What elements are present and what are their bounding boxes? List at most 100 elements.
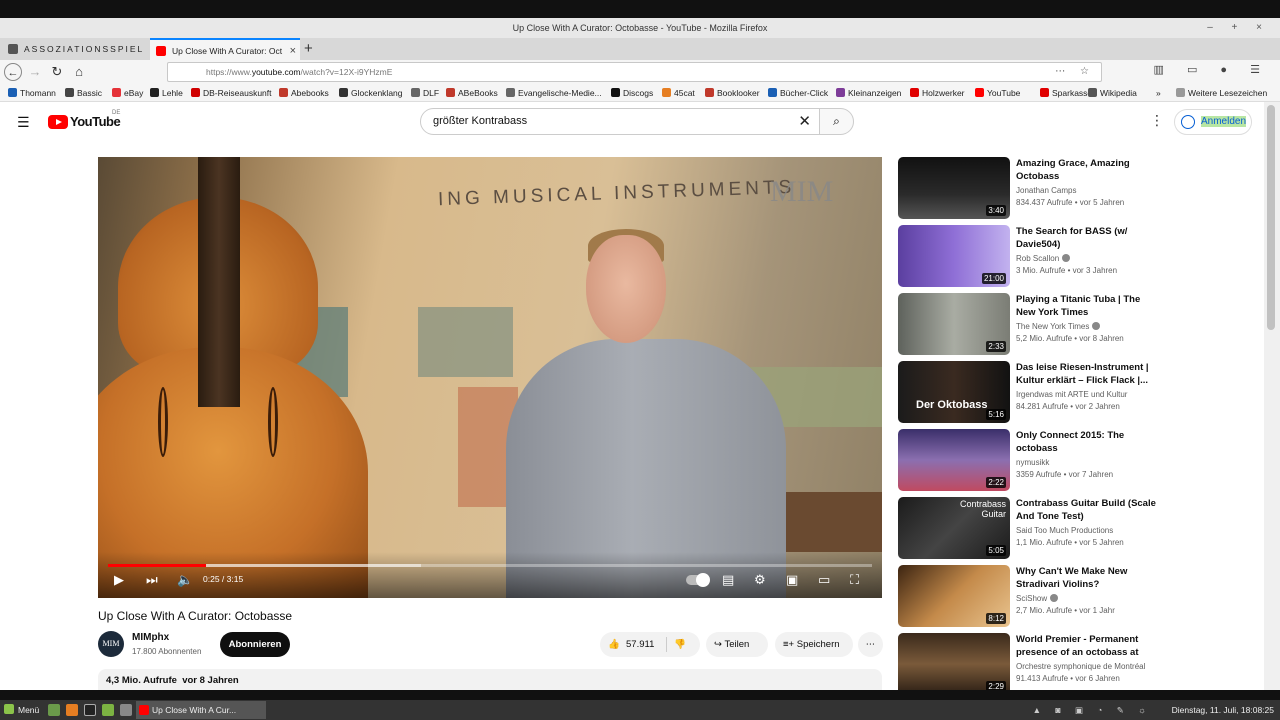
bookmark-item[interactable]: Booklooker [705, 87, 760, 99]
other-bookmarks-folder[interactable]: Weitere Lesezeichen [1176, 87, 1267, 99]
tab-youtube-active[interactable]: Up Close With A Curator: Oct × [150, 38, 300, 60]
related-video-title[interactable]: World Premier - Permanent presence of an… [1016, 633, 1156, 659]
back-button[interactable]: ← [4, 63, 22, 81]
volume-icon[interactable]: 🔈 [177, 572, 193, 588]
related-video-channel[interactable]: Jonathan Camps [1016, 186, 1076, 195]
related-video-channel[interactable]: The New York Times [1016, 322, 1101, 331]
window-controls[interactable]: – + × [1207, 18, 1270, 38]
related-video-title[interactable]: Why Can't We Make New Stradivari Violins… [1016, 565, 1156, 591]
fullscreen-icon[interactable]: ⛶ [850, 572, 859, 588]
bookmark-item[interactable]: Discogs [611, 87, 653, 99]
subscribe-button[interactable]: Abonnieren [220, 632, 290, 657]
description-box[interactable]: 4,3 Mio. Aufrufe vor 8 Jahren [98, 669, 882, 690]
url-bar[interactable]: https://www.youtube.com/watch?v=12X-i9YH… [167, 62, 1102, 82]
video-thumbnail[interactable]: 21:00 [898, 225, 1010, 287]
related-video-title[interactable]: Das leise Riesen-Instrument | Kultur erk… [1016, 361, 1156, 387]
video-thumbnail[interactable]: 2:29 [898, 633, 1010, 690]
app-icon[interactable] [120, 704, 132, 716]
video-thumbnail[interactable]: 2:33 [898, 293, 1010, 355]
page-actions-icon[interactable]: ⋯ ☆ [1055, 63, 1095, 81]
like-count[interactable]: 57.911 [626, 632, 654, 657]
bookmark-item[interactable]: Kleinanzeigen [836, 87, 901, 99]
dislike-icon[interactable]: 👎 [674, 632, 686, 657]
bookmark-item[interactable]: Bücher-Click [768, 87, 828, 99]
related-video-channel[interactable]: nymusikk [1016, 458, 1049, 467]
play-icon[interactable]: ▶ [114, 572, 124, 588]
toolbar-icons[interactable]: ▥ ▭ ● ☰ [1154, 63, 1270, 76]
related-video-card[interactable]: 3:40 Amazing Grace, Amazing Octobass Jonat… [898, 157, 1178, 219]
scrollbar-thumb[interactable] [1267, 105, 1275, 330]
related-video-channel[interactable]: Irgendwas mit ARTE und Kultur [1016, 390, 1127, 399]
autoplay-toggle[interactable] [686, 573, 710, 587]
bookmark-item[interactable]: Abebooks [279, 87, 329, 99]
related-video-title[interactable]: Only Connect 2015: The octobass [1016, 429, 1156, 455]
video-thumbnail[interactable]: 2:22 [898, 429, 1010, 491]
related-video-card[interactable]: Contrabass Guitar 5:05 Contrabass Guitar B… [898, 497, 1178, 559]
related-video-card[interactable]: 8:12 Why Can't We Make New Stradivari Vio… [898, 565, 1178, 627]
firefox-icon[interactable] [66, 704, 78, 716]
bookmark-item[interactable]: Holzwerker [910, 87, 965, 99]
bookmark-item[interactable]: Evangelische-Medie... [506, 87, 602, 99]
settings-gear-icon[interactable]: ⚙ [754, 572, 766, 588]
start-menu-button[interactable]: Menü [4, 700, 39, 720]
sign-in-button[interactable]: Anmelden [1174, 109, 1252, 135]
video-thumbnail[interactable]: 3:40 [898, 157, 1010, 219]
channel-avatar[interactable]: MIM [98, 631, 124, 657]
related-video-title[interactable]: Amazing Grace, Amazing Octobass [1016, 157, 1156, 183]
related-video-channel[interactable]: SciShow [1016, 594, 1059, 603]
bookmark-item[interactable]: Sparkasse [1040, 87, 1092, 99]
bookmark-item[interactable]: YouTube [975, 87, 1020, 99]
bookmark-item[interactable]: Lehle [150, 87, 183, 99]
video-thumbnail[interactable]: Contrabass Guitar 5:05 [898, 497, 1010, 559]
terminal-icon[interactable] [84, 704, 96, 716]
related-video-title[interactable]: Playing a Titanic Tuba | The New York Ti… [1016, 293, 1156, 319]
search-input[interactable]: größter Kontrabass ✕ [420, 108, 820, 135]
desktop-icon[interactable] [48, 704, 60, 716]
files-icon[interactable] [102, 704, 114, 716]
search-button[interactable]: ⌕ [819, 108, 854, 135]
seek-bar[interactable] [108, 564, 872, 567]
related-video-title[interactable]: The Search for BASS (w/ Davie504) [1016, 225, 1156, 251]
video-thumbnail[interactable]: Der Oktobass 5:16 [898, 361, 1010, 423]
related-video-card[interactable]: 2:33 Playing a Titanic Tuba | The New Yor… [898, 293, 1178, 355]
new-tab-button[interactable]: + [304, 38, 313, 60]
more-actions-button[interactable]: ⋯ [858, 632, 883, 657]
bookmark-item[interactable]: ABeBooks [446, 87, 498, 99]
related-video-channel[interactable]: Said Too Much Productions [1016, 526, 1113, 535]
subtitles-icon[interactable]: ▤ [722, 572, 734, 588]
bookmark-item[interactable]: DB-Reiseauskunft [191, 87, 272, 99]
system-tray-icons[interactable]: ▲ ◙ ▣ ◔ ✎ ☼ [1033, 700, 1152, 720]
bookmark-item[interactable]: Wikipedia [1088, 87, 1137, 99]
related-video-title[interactable]: Contrabass Guitar Build (Scale And Tone … [1016, 497, 1156, 523]
related-video-card[interactable]: 21:00 The Search for BASS (w/ Davie504) Ro… [898, 225, 1178, 287]
bookmark-item[interactable]: Glockenklang [339, 87, 403, 99]
next-icon[interactable]: ⏭ [146, 572, 158, 588]
miniplayer-icon[interactable]: ▣ [786, 572, 798, 588]
page-scrollbar[interactable] [1264, 102, 1280, 690]
bookmarks-overflow-button[interactable]: » [1156, 87, 1161, 99]
channel-name[interactable]: MIMphx [132, 632, 169, 643]
taskbar-window-item[interactable]: Up Close With A Cur... [136, 701, 266, 719]
share-button[interactable]: ↪ Teilen [706, 632, 768, 657]
hamburger-menu-icon[interactable]: ☰ [17, 115, 33, 129]
reload-button[interactable]: ↻ [48, 63, 66, 81]
like-icon[interactable]: 👍 [608, 632, 620, 657]
related-video-channel[interactable]: Rob Scallon [1016, 254, 1071, 263]
bookmark-item[interactable]: DLF [411, 87, 439, 99]
video-thumbnail[interactable]: 8:12 [898, 565, 1010, 627]
tab-assoziationsspiel[interactable]: ASSOZIATIONSSPIEL [2, 38, 148, 60]
home-button[interactable]: ⌂ [70, 63, 88, 81]
bookmark-item[interactable]: 45cat [662, 87, 695, 99]
close-tab-icon[interactable]: × [290, 40, 296, 60]
bookmark-item[interactable]: eBay [112, 87, 143, 99]
related-video-channel[interactable]: Orchestre symphonique de Montréal [1016, 662, 1145, 671]
theater-mode-icon[interactable]: ▭ [818, 572, 830, 588]
related-video-card[interactable]: 2:22 Only Connect 2015: The octobass nymus… [898, 429, 1178, 491]
related-video-card[interactable]: 2:29 World Premier - Permanent presence o… [898, 633, 1178, 690]
bookmark-item[interactable]: Thomann [8, 87, 56, 99]
related-video-card[interactable]: Der Oktobass 5:16 Das leise Riesen-Instrum… [898, 361, 1178, 423]
settings-more-icon[interactable]: ⋮ [1150, 112, 1164, 129]
clear-search-icon[interactable]: ✕ [798, 109, 811, 134]
video-player[interactable]: ING MUSICAL INSTRUMENTS MIM ▶ ⏭ 🔈 0:25 /… [98, 157, 882, 598]
save-button[interactable]: ≡+ Speichern [775, 632, 853, 657]
